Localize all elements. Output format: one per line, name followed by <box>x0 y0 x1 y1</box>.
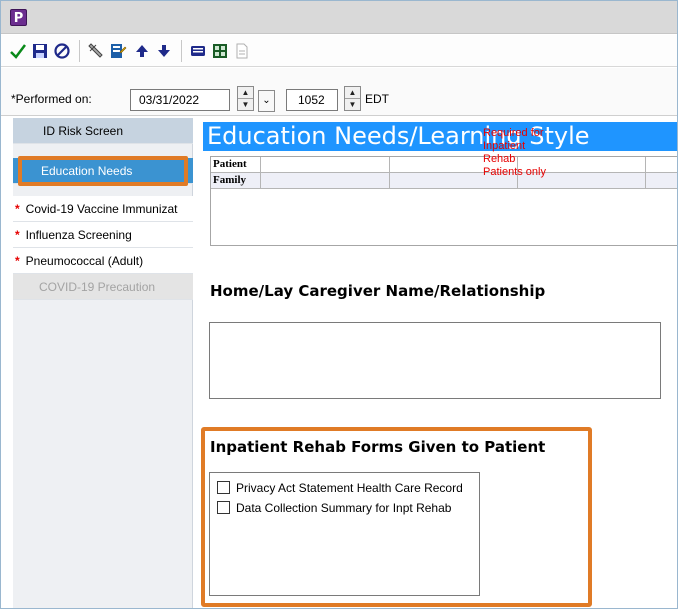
sidebar-item-id-risk-screen[interactable]: ID Risk Screen <box>13 118 193 144</box>
table-row[interactable]: Patient <box>211 157 677 173</box>
performed-on-label: *Performed on: <box>11 92 92 106</box>
grid-divider <box>389 157 390 189</box>
chevron-down-icon[interactable]: ▼ <box>345 99 360 111</box>
chevron-down-icon[interactable]: ▼ <box>238 99 253 111</box>
checkbox-icon[interactable] <box>217 501 230 515</box>
date-spinner[interactable]: ▲ ▼ <box>237 86 254 111</box>
required-note: Required for Inpatient Rehab Patients on… <box>483 127 546 178</box>
performed-time-input[interactable]: 1052 <box>286 89 338 111</box>
app-logo-icon: P <box>10 9 27 26</box>
sidebar-item-label: Education Needs <box>41 164 133 178</box>
learning-style-grid[interactable]: Patient Family <box>210 156 677 246</box>
toolbar-separator <box>79 40 80 62</box>
document-icon <box>233 42 251 60</box>
sidebar-item-education-needs[interactable]: Education Needs <box>13 158 193 184</box>
checkbox-label: Privacy Act Statement Health Care Record <box>236 481 463 495</box>
arrow-down-icon[interactable] <box>155 42 173 60</box>
chevron-up-icon[interactable]: ▲ <box>345 87 360 99</box>
timezone-label: EDT <box>365 92 389 106</box>
powerform-window: P *Performed on: 03/31/2022 ▲ ▼ ⌄ 1052 ▲… <box>0 0 678 609</box>
performed-on-row: *Performed on: 03/31/2022 ▲ ▼ ⌄ 1052 ▲ ▼… <box>1 68 677 116</box>
checkbox-label: Data Collection Summary for Inpt Rehab <box>236 501 452 515</box>
rehab-forms-section-title: Inpatient Rehab Forms Given to Patient <box>210 438 546 456</box>
form-content: Education Needs/Learning Style Patient F… <box>194 118 677 608</box>
pen-tool-icon[interactable] <box>87 42 105 60</box>
chevron-down-icon: ⌄ <box>262 95 271 106</box>
grid-divider <box>260 157 261 189</box>
sidebar-item-covid-vaccine[interactable]: * Covid-19 Vaccine Immunizat <box>13 196 193 222</box>
sidebar-item-influenza-screening[interactable]: * Influenza Screening <box>13 222 193 248</box>
rehab-forms-list: Privacy Act Statement Health Care Record… <box>209 472 480 596</box>
privacy-act-checkbox[interactable]: Privacy Act Statement Health Care Record <box>217 481 463 497</box>
sidebar-item-label: ID Risk Screen <box>43 124 124 138</box>
performed-date-input[interactable]: 03/31/2022 <box>130 89 230 111</box>
cancel-circle-icon[interactable] <box>53 42 71 60</box>
list-view-icon[interactable] <box>189 42 207 60</box>
arrow-up-icon[interactable] <box>133 42 151 60</box>
sidebar-item-label: COVID-19 Precaution <box>39 280 156 294</box>
caregiver-textarea[interactable] <box>209 322 661 399</box>
title-bar: P <box>1 1 677 34</box>
grid-row-label: Patient <box>213 158 247 170</box>
sidebar-item-label: Covid-19 Vaccine Immunizat <box>25 202 178 216</box>
grid-icon[interactable] <box>211 42 229 60</box>
floppy-disk-icon[interactable] <box>31 42 49 60</box>
date-dropdown-button[interactable]: ⌄ <box>258 90 275 112</box>
data-collection-checkbox[interactable]: Data Collection Summary for Inpt Rehab <box>217 501 451 517</box>
sidebar-item-label: Influenza Screening <box>25 228 132 242</box>
toolbar <box>1 35 677 67</box>
form-edit-icon[interactable] <box>109 42 127 60</box>
caregiver-section-title: Home/Lay Caregiver Name/Relationship <box>210 282 546 300</box>
sidebar-item-covid-precaution: COVID-19 Precaution <box>13 274 193 300</box>
required-asterisk-icon: * <box>15 228 20 242</box>
grid-divider <box>645 157 646 189</box>
grid-row-label: Family <box>213 174 246 186</box>
section-header: Education Needs/Learning Style <box>203 122 677 151</box>
sidebar-item-label: Pneumococcal (Adult) <box>25 254 144 268</box>
required-asterisk-icon: * <box>15 254 20 268</box>
table-row[interactable]: Family <box>211 173 677 189</box>
sidebar-item-pneumococcal[interactable]: * Pneumococcal (Adult) <box>13 248 193 274</box>
required-asterisk-icon: * <box>15 202 20 216</box>
form-navigation-sidebar: ID Risk Screen Education Needs * Covid-19… <box>13 118 193 608</box>
toolbar-separator <box>181 40 182 62</box>
chevron-up-icon[interactable]: ▲ <box>238 87 253 99</box>
checkbox-icon[interactable] <box>217 481 230 495</box>
checkmark-icon[interactable] <box>9 42 27 60</box>
time-spinner[interactable]: ▲ ▼ <box>344 86 361 111</box>
